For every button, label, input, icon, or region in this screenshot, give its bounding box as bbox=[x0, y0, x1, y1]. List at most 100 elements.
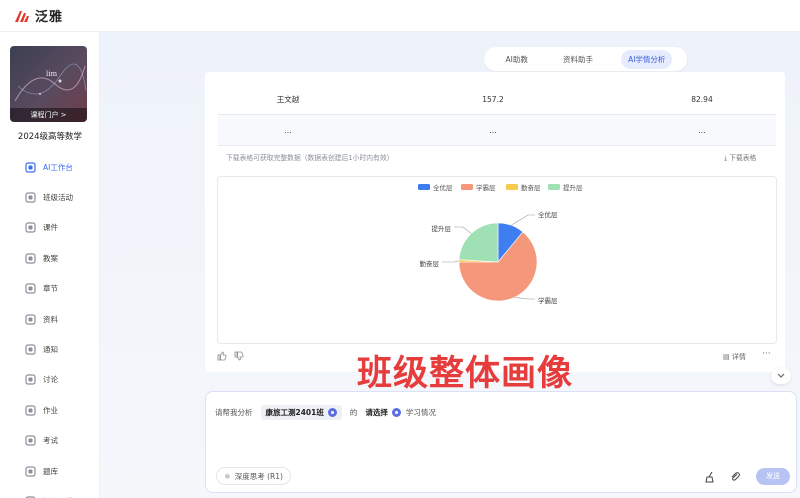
chat-icon bbox=[25, 374, 36, 386]
database-icon bbox=[25, 465, 36, 477]
folder-icon bbox=[25, 314, 36, 325]
broom-clear-icon[interactable] bbox=[704, 471, 716, 483]
download-table-button[interactable]: ⤓ 下载表格 bbox=[724, 152, 756, 163]
course-portal-link[interactable]: 课程门户 > bbox=[10, 108, 87, 122]
megaphone-icon bbox=[25, 344, 36, 355]
prompt-prefix: 请帮我分析 bbox=[215, 408, 253, 417]
legend-item[interactable]: 提升层 bbox=[548, 183, 583, 192]
brand-logo-icon bbox=[15, 10, 29, 22]
tab-1[interactable]: 资料助手 bbox=[556, 50, 600, 69]
chapter-icon bbox=[25, 283, 36, 294]
legend-item[interactable]: 勤奋层 bbox=[506, 183, 541, 192]
legend-item[interactable]: 全优层 bbox=[418, 183, 453, 192]
prompt-connector: 的 bbox=[349, 408, 358, 417]
legend-label: 学霸层 bbox=[476, 183, 496, 192]
scroll-down-button[interactable] bbox=[771, 368, 791, 384]
table-cell: ... bbox=[489, 125, 497, 135]
prompt-template: 请帮我分析 康旅工测2401班 的 请选择 学习情况 bbox=[215, 405, 436, 420]
item-select-chip[interactable]: 请选择 bbox=[365, 407, 401, 418]
sidebar-item-1[interactable]: 班级活动 bbox=[0, 182, 100, 212]
sidebar-item-label: AI工作台 bbox=[43, 162, 73, 172]
sidebar-item-label: 章节 bbox=[43, 284, 58, 294]
tab-0[interactable]: AI助教 bbox=[499, 50, 535, 69]
deep-think-toggle[interactable]: ⚛ 深度思考 (R1) bbox=[216, 467, 291, 485]
thumbs-up-icon[interactable] bbox=[217, 351, 227, 361]
sidebar-item-0[interactable]: AI工作台 bbox=[0, 152, 100, 182]
sidebar-item-11[interactable]: 知识图谱 bbox=[0, 486, 100, 498]
legend-label: 勤奋层 bbox=[521, 183, 541, 192]
pie-label-line bbox=[511, 214, 535, 226]
exam-icon bbox=[25, 435, 36, 446]
top-bar: 泛雅 bbox=[0, 0, 800, 32]
overlay-caption: 班级整体画像 bbox=[357, 354, 574, 394]
table-cell: 82.94 bbox=[691, 94, 713, 104]
attachment-icon[interactable] bbox=[729, 471, 741, 483]
sidebar-item-label: 题库 bbox=[43, 466, 58, 476]
legend-swatch bbox=[461, 184, 473, 190]
pie-label-line bbox=[442, 260, 460, 263]
document-icon bbox=[25, 222, 36, 234]
pie-chart: 全优层 学霸层 勤奋层 提升层全优层学霸层勤奋层提升层 bbox=[418, 183, 583, 305]
sidebar-item-label: 考试 bbox=[43, 436, 58, 446]
course-cover[interactable]: lim 课程门户 > bbox=[10, 46, 87, 122]
pie-label-line bbox=[514, 296, 535, 300]
atom-icon: ⚛ bbox=[224, 471, 231, 481]
send-button[interactable]: 发送 bbox=[756, 468, 790, 485]
sidebar-item-3[interactable]: 教案 bbox=[0, 243, 100, 273]
detail-button[interactable]: ▤ 详情 bbox=[723, 352, 746, 362]
legend-swatch bbox=[548, 184, 560, 190]
legend-item[interactable]: 学霸层 bbox=[461, 183, 496, 192]
dropdown-dot-icon bbox=[327, 408, 337, 417]
course-name: 2024级高等数学 bbox=[17, 132, 83, 142]
dropdown-dot-icon bbox=[391, 408, 401, 417]
sidebar-item-2[interactable]: 课件 bbox=[0, 213, 100, 243]
pie-label-line bbox=[454, 226, 472, 234]
sidebar-item-label: 讨论 bbox=[43, 375, 58, 385]
sidebar-item-7[interactable]: 讨论 bbox=[0, 365, 100, 395]
pie-slice-label: 全优层 bbox=[538, 210, 558, 219]
detail-icon: ▤ bbox=[723, 353, 732, 361]
class-select-chip[interactable]: 康旅工测2401班 bbox=[260, 405, 342, 420]
sidebar: lim 课程门户 > 2024级高等数学 AI工作台班级活动课件教案章节资料通知… bbox=[0, 32, 100, 498]
sidebar-item-5[interactable]: 资料 bbox=[0, 304, 100, 334]
class-select-label: 康旅工测2401班 bbox=[265, 408, 324, 417]
chat-composer[interactable]: 请帮我分析 康旅工测2401班 的 请选择 学习情况 ⚛ 深度思考 (R1) 发送 bbox=[205, 391, 797, 493]
pie-chart-card: 全优层 学霸层 勤奋层 提升层 全优层 学霸层 勤奋层 提升层 bbox=[217, 176, 777, 344]
table-row: ......... bbox=[218, 115, 776, 146]
sidebar-item-6[interactable]: 通知 bbox=[0, 334, 100, 364]
pie-slice-label: 提升层 bbox=[432, 224, 452, 233]
sidebar-item-4[interactable]: 章节 bbox=[0, 274, 100, 304]
legend-label: 提升层 bbox=[563, 183, 583, 192]
detail-label: 详情 bbox=[731, 353, 746, 361]
more-button[interactable]: ··· bbox=[762, 349, 771, 359]
grid-icon bbox=[25, 192, 36, 203]
brand-name: 泛雅 bbox=[35, 10, 64, 25]
sidebar-item-9[interactable]: 考试 bbox=[0, 426, 100, 456]
thumbs-down-icon[interactable] bbox=[234, 351, 244, 361]
table-cell: ... bbox=[284, 125, 292, 135]
sidebar-item-label: 教案 bbox=[43, 253, 58, 263]
document-icon bbox=[25, 253, 36, 264]
deep-think-label: 深度思考 (R1) bbox=[234, 471, 283, 481]
mode-tabs: AI助教 资料助手 AI学情分析 bbox=[484, 47, 687, 71]
score-table: 王文越 157.2 82.94......... bbox=[218, 84, 776, 146]
pie-slice-label: 学霸层 bbox=[538, 296, 558, 305]
sidebar-item-10[interactable]: 题库 bbox=[0, 456, 100, 486]
svg-text:lim: lim bbox=[46, 70, 57, 78]
table-cell: 157.2 bbox=[482, 94, 504, 104]
prompt-topic: 学习情况 bbox=[405, 408, 436, 417]
ai-workbench-icon bbox=[25, 162, 36, 173]
sidebar-item-label: 通知 bbox=[43, 345, 58, 355]
legend-label: 全优层 bbox=[433, 183, 453, 192]
sidebar-item-label: 班级活动 bbox=[43, 193, 73, 203]
edit-icon bbox=[25, 405, 36, 416]
table-cell: 王文越 bbox=[276, 94, 300, 104]
table-row: 王文越 157.2 82.94 bbox=[218, 84, 776, 115]
sidebar-item-label: 作业 bbox=[43, 405, 58, 415]
sidebar-item-label: 课件 bbox=[43, 223, 58, 233]
sidebar-item-8[interactable]: 作业 bbox=[0, 395, 100, 425]
download-table-label: 下载表格 bbox=[729, 154, 757, 162]
item-select-label: 请选择 bbox=[365, 408, 388, 417]
tab-2[interactable]: AI学情分析 bbox=[621, 49, 673, 69]
sidebar-nav: AI工作台班级活动课件教案章节资料通知讨论作业考试题库知识图谱 bbox=[0, 152, 100, 498]
